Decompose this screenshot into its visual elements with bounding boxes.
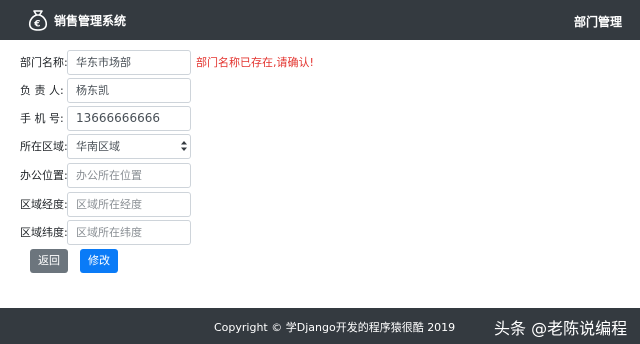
manager-input[interactable]: 杨东凯 (67, 78, 191, 103)
latitude-label: 区域纬度: (20, 226, 68, 239)
nav-link-department[interactable]: 部门管理 (574, 13, 622, 30)
brand-title: 销售管理系统 (54, 13, 127, 28)
footer: Copyright © 学Django开发的程序猿很酷 2019 头条 @老陈说… (0, 308, 640, 344)
phone-label: 手 机 号: (20, 112, 64, 125)
phone-input[interactable]: 13666666666 (67, 106, 191, 131)
manager-label: 负 责 人: (20, 84, 64, 97)
office-location-label: 办公位置: (20, 169, 68, 182)
navbar: € 销售管理系统 部门管理 (0, 0, 640, 40)
edit-button[interactable]: 修改 (80, 249, 118, 273)
money-bag-icon: € (28, 10, 48, 31)
copyright-text: Copyright © 学Django开发的程序猿很酷 2019 (214, 321, 456, 334)
region-label: 所在区域: (20, 140, 68, 153)
watermark: 头条 @老陈说编程 (494, 319, 628, 338)
svg-text:€: € (33, 20, 40, 30)
region-selected-value: 华南区域 (76, 140, 120, 153)
error-message: 部门名称已存在,请确认! (196, 56, 314, 69)
region-select[interactable]: 华南区域 (67, 134, 191, 159)
brand[interactable]: € 销售管理系统 (26, 8, 126, 32)
back-button[interactable]: 返回 (30, 249, 68, 273)
latitude-input[interactable]: 区域所在纬度 (67, 220, 191, 245)
office-location-input[interactable]: 办公所在位置 (67, 163, 191, 188)
longitude-input[interactable]: 区域所在经度 (67, 192, 191, 217)
department-name-label: 部门名称: (20, 56, 68, 69)
longitude-label: 区域经度: (20, 198, 68, 211)
department-name-input[interactable]: 华东市场部 (67, 50, 191, 75)
select-arrows-icon (181, 141, 187, 151)
